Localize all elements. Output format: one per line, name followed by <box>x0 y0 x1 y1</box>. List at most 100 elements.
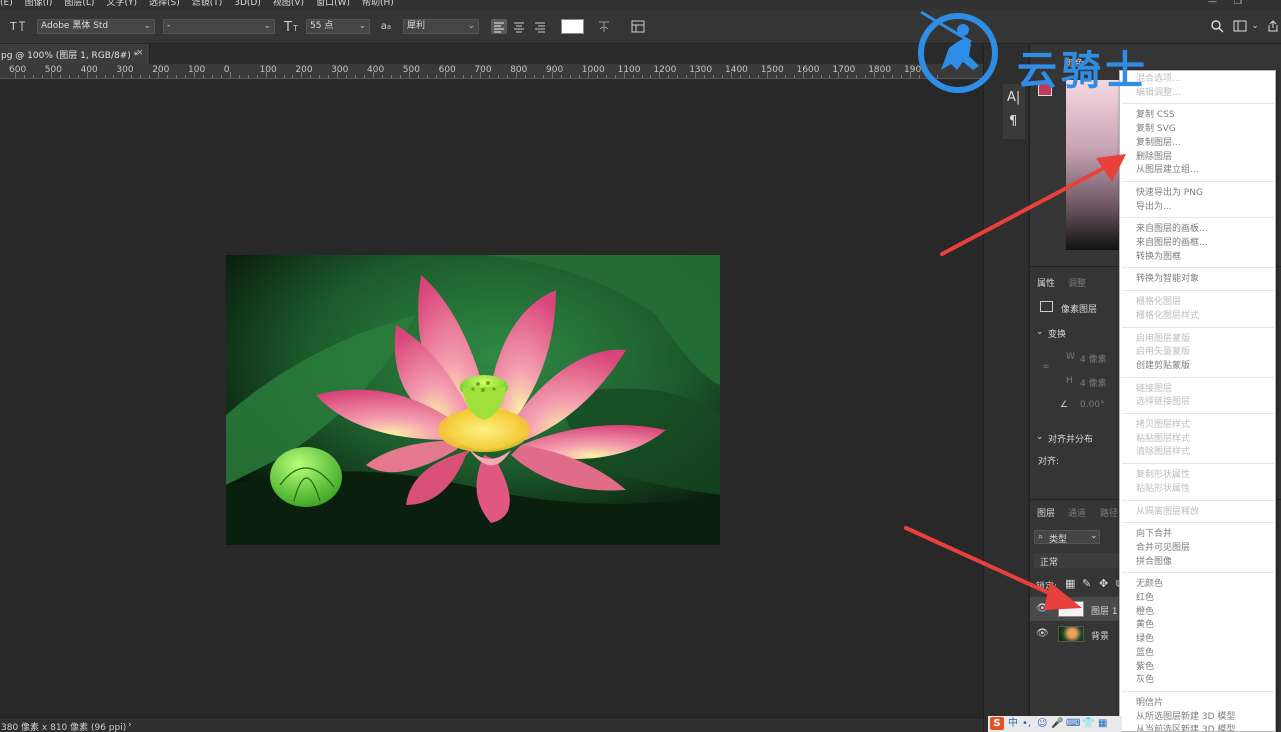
menu-image[interactable]: 图像(I) <box>25 0 53 10</box>
color-picker-field[interactable] <box>1066 80 1126 250</box>
transform-section[interactable]: 变换 <box>1048 327 1066 340</box>
context-menu-item[interactable]: 从所选图层新建 3D 模型 <box>1136 712 1235 723</box>
align-right-button[interactable] <box>532 19 548 34</box>
foreground-color-swatch[interactable] <box>1038 82 1052 96</box>
align-section[interactable]: 对齐并分布 <box>1048 432 1093 445</box>
emoji-icon[interactable]: ☺ <box>1037 717 1047 730</box>
search-icon[interactable] <box>1209 19 1225 34</box>
layer-name[interactable]: 图层 1 <box>1091 604 1118 617</box>
menu-help[interactable]: 帮助(H) <box>362 0 394 10</box>
layer-row-layer1[interactable]: 👁 图层 1 <box>1030 597 1120 621</box>
eye-icon[interactable]: 👁 <box>1036 603 1049 614</box>
context-menu-item[interactable]: 粘贴图层样式 <box>1136 434 1190 445</box>
context-menu-item[interactable]: 蓝色 <box>1136 648 1154 659</box>
status-menu-arrow[interactable]: › <box>128 720 132 730</box>
restore-icon[interactable]: ❐ <box>1234 0 1242 7</box>
angle-value[interactable]: 0.00° <box>1080 400 1105 410</box>
lock-move-icon[interactable]: ✥ <box>1099 577 1108 590</box>
document-tab[interactable]: pg @ 100% (图层 1, RGB/8#) * × <box>0 44 150 64</box>
context-menu-item[interactable]: 混合选项... <box>1136 74 1181 85</box>
context-menu-item[interactable]: 选择链接图层 <box>1136 397 1190 408</box>
context-menu-item[interactable]: 复制 CSS <box>1136 110 1175 121</box>
text-orientation-icon[interactable]: T <box>8 19 28 34</box>
context-menu-item[interactable]: 粘贴形状属性 <box>1136 484 1190 495</box>
blend-mode-select[interactable]: 正常 <box>1034 553 1120 568</box>
keyboard-icon[interactable]: ⌨ <box>1066 717 1080 730</box>
chevron-down-icon[interactable]: ⌄ <box>1250 19 1260 34</box>
punctuation-icon[interactable]: •, <box>1022 717 1031 730</box>
context-menu-item[interactable]: 灰色 <box>1136 675 1154 686</box>
workspace-icon[interactable] <box>1232 19 1248 34</box>
antialias-select[interactable]: 犀利 ⌄ <box>403 19 479 34</box>
microphone-icon[interactable]: 🎤 <box>1051 717 1063 730</box>
context-menu-item[interactable]: 导出为... <box>1136 202 1172 213</box>
font-size-select[interactable]: 55 点 ⌄ <box>306 19 370 34</box>
context-menu-item[interactable]: 黄色 <box>1136 620 1154 631</box>
context-menu-item[interactable]: 清除图层样式 <box>1136 447 1190 458</box>
menu-view[interactable]: 视图(V) <box>273 0 304 10</box>
context-menu-item[interactable]: 从隔离图层释放 <box>1136 507 1199 518</box>
layer-row-background[interactable]: 👁 背景 <box>1030 622 1120 646</box>
context-menu-item[interactable]: 来自图层的画板... <box>1136 224 1208 235</box>
height-value[interactable]: 4 像素 <box>1080 376 1107 389</box>
context-menu-item[interactable]: 编辑调整... <box>1136 88 1181 99</box>
sogou-logo-icon[interactable]: S <box>990 717 1004 730</box>
context-menu-item[interactable]: 橙色 <box>1136 607 1154 618</box>
font-style-select[interactable]: - ⌄ <box>163 19 275 34</box>
tab-adjustments[interactable]: 调整 <box>1068 276 1086 289</box>
context-menu-item[interactable]: 快速导出为 PNG <box>1136 188 1203 199</box>
context-menu-item[interactable]: 合并可见图层 <box>1136 543 1190 554</box>
context-menu-item[interactable]: 转换为智能对象 <box>1136 274 1199 285</box>
context-menu-item[interactable]: 创建剪贴蒙版 <box>1136 361 1190 372</box>
share-icon[interactable] <box>1266 19 1280 34</box>
context-menu-item[interactable]: 明信片 <box>1136 698 1163 709</box>
ime-language[interactable]: 中 <box>1008 717 1018 730</box>
context-menu-item[interactable]: 绿色 <box>1136 634 1154 645</box>
align-left-button[interactable] <box>491 19 507 34</box>
paragraph-icon[interactable]: ¶ <box>1009 114 1017 129</box>
character-icon[interactable]: A| <box>1007 90 1020 105</box>
menu-3d[interactable]: 3D(D) <box>234 0 261 10</box>
context-menu-item[interactable]: 向下合并 <box>1136 529 1172 540</box>
context-menu-item[interactable]: 复制形状属性 <box>1136 470 1190 481</box>
context-menu-item[interactable]: 复制 SVG <box>1136 124 1176 135</box>
tab-color[interactable]: 颜色 <box>1066 56 1084 69</box>
toolbox-icon[interactable]: ▦ <box>1098 717 1107 730</box>
menu-edit[interactable]: (E) <box>0 0 13 10</box>
context-menu-item[interactable]: 链接图层 <box>1136 384 1172 395</box>
context-menu-item[interactable]: 栅格化图层样式 <box>1136 311 1199 322</box>
menu-select[interactable]: 选择(S) <box>149 0 180 10</box>
tab-paths[interactable]: 路径 <box>1100 506 1118 519</box>
context-menu-item[interactable]: 从图层建立组... <box>1136 165 1199 176</box>
transform-chevron-icon[interactable]: ⌄ <box>1036 327 1044 337</box>
menu-type[interactable]: 文字(Y) <box>106 0 137 10</box>
context-menu-item[interactable]: 启用图层蒙版 <box>1136 334 1190 345</box>
close-icon[interactable]: × <box>136 48 144 58</box>
lotus-image[interactable] <box>226 255 720 545</box>
horizontal-ruler[interactable]: 600 500 400 300 200 100 0 100 200 300 400 500 600 700… <box>0 64 983 79</box>
context-menu-item[interactable]: 拷贝图层样式 <box>1136 420 1190 431</box>
menu-window[interactable]: 窗口(W) <box>316 0 350 10</box>
context-menu-item[interactable]: 拼合图像 <box>1136 557 1172 568</box>
width-value[interactable]: 4 像素 <box>1080 352 1107 365</box>
align-chevron-icon[interactable]: ⌄ <box>1036 432 1044 442</box>
layer-filter-select[interactable]: ⌕ 类型 ⌄ <box>1034 530 1100 545</box>
context-menu-item[interactable]: 紫色 <box>1136 662 1154 673</box>
minimize-icon[interactable]: — <box>1208 0 1217 7</box>
menu-layer[interactable]: 图层(L) <box>64 0 94 10</box>
context-menu-item[interactable]: 从当前选区新建 3D 模型 <box>1136 725 1235 731</box>
align-center-button[interactable] <box>511 19 527 34</box>
context-menu-item[interactable]: 复制图层... <box>1136 138 1181 149</box>
context-menu-item[interactable]: 启用矢量蒙版 <box>1136 347 1190 358</box>
text-color-swatch[interactable] <box>561 19 584 34</box>
skin-icon[interactable]: 👕 <box>1082 717 1094 730</box>
menu-filter[interactable]: 滤镜(T) <box>192 0 223 10</box>
context-menu-item[interactable]: 红色 <box>1136 593 1154 604</box>
character-panel-icon[interactable] <box>629 19 647 34</box>
warp-text-icon[interactable] <box>596 19 612 34</box>
lock-transparent-icon[interactable]: ▦ <box>1065 577 1075 590</box>
context-menu-item[interactable]: 转换为图框 <box>1136 252 1181 263</box>
tab-properties[interactable]: 属性 <box>1037 276 1055 289</box>
context-menu-item[interactable]: 无颜色 <box>1136 579 1163 590</box>
eye-icon[interactable]: 👁 <box>1036 628 1049 639</box>
